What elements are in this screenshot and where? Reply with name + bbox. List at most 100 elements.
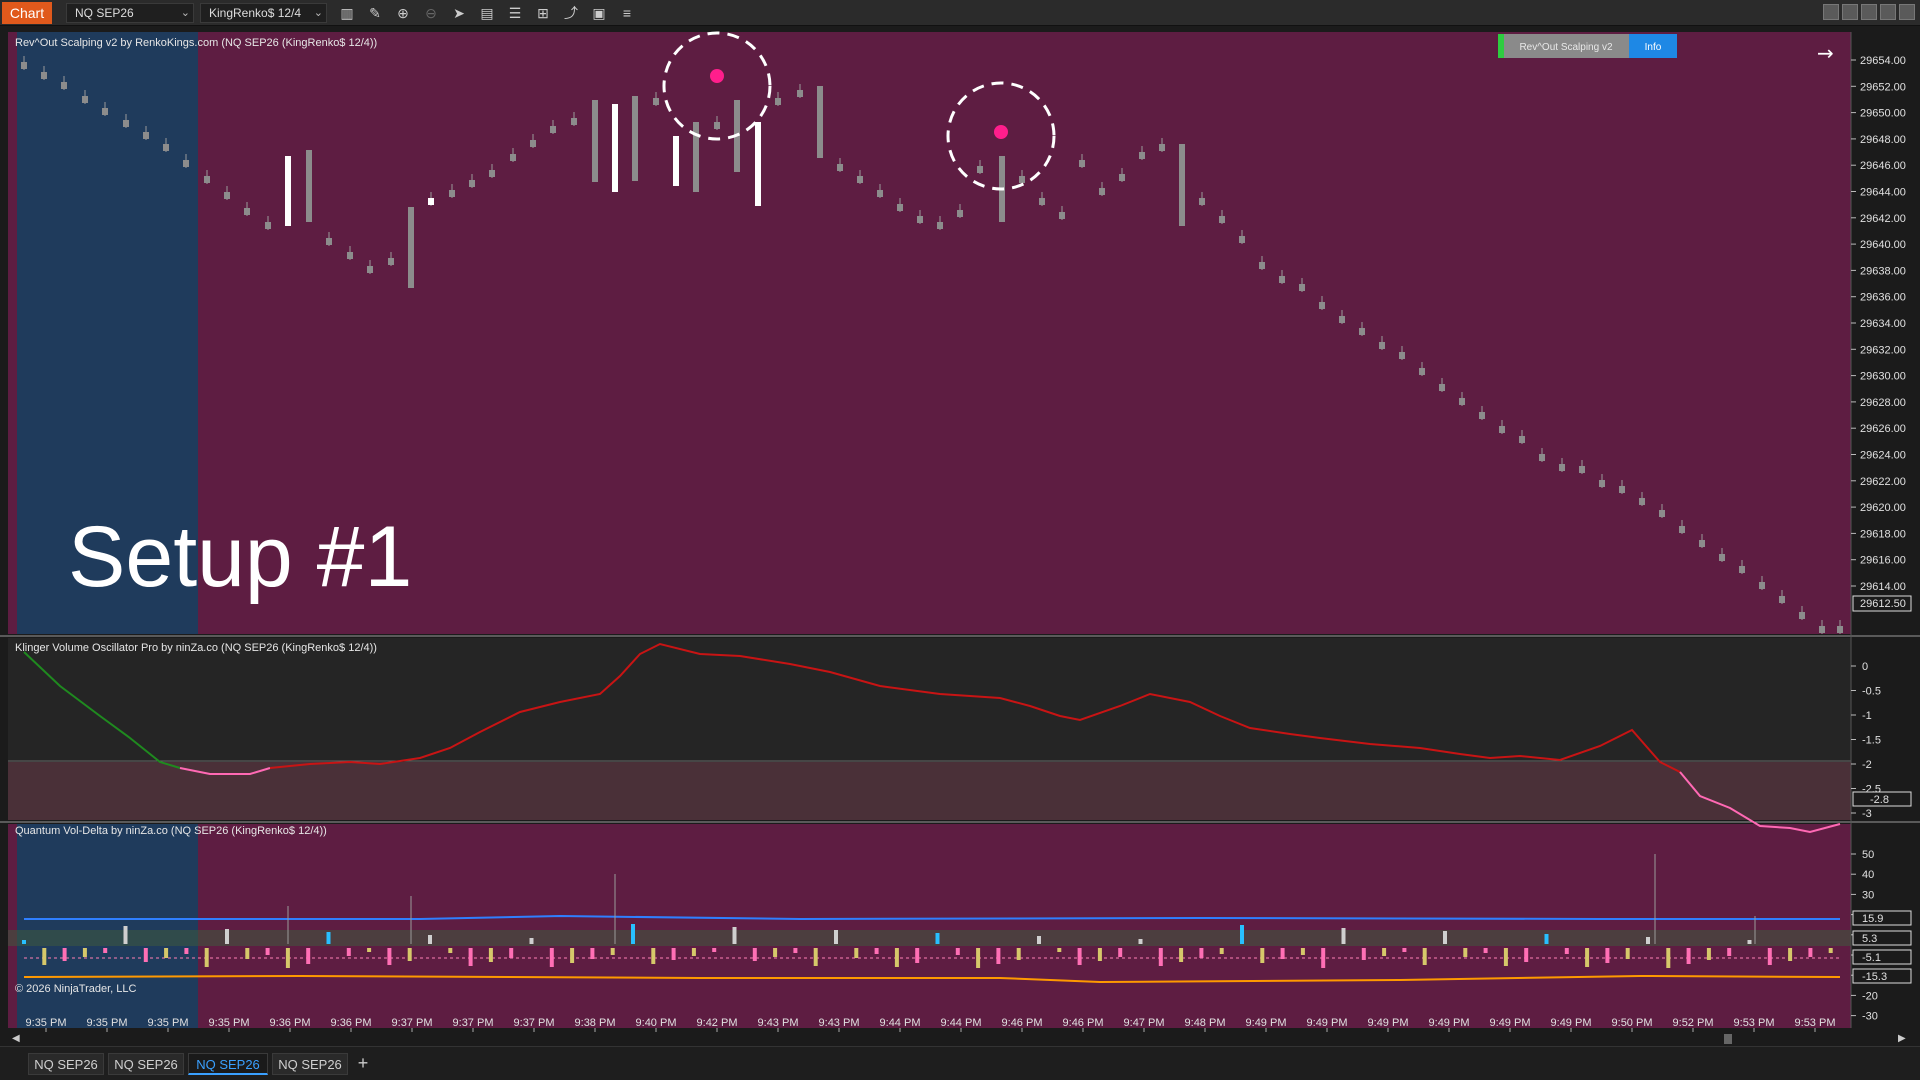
renko-bar bbox=[469, 180, 475, 187]
tile-icon[interactable] bbox=[1823, 4, 1839, 20]
volume-bar bbox=[143, 948, 148, 962]
volume-bar bbox=[62, 948, 67, 961]
volume-bar bbox=[285, 948, 290, 968]
renko-bar bbox=[265, 222, 271, 229]
info-button-label: Info bbox=[1645, 42, 1662, 53]
time-tick-label: 9:37 PM bbox=[514, 1017, 555, 1029]
renko-bar bbox=[1579, 466, 1585, 473]
volume-bar bbox=[1280, 948, 1285, 959]
volume-bar bbox=[976, 948, 981, 968]
volume-bar bbox=[1097, 948, 1102, 961]
volume-bar bbox=[671, 948, 676, 960]
indicator-icon[interactable]: ▣ bbox=[588, 3, 610, 23]
chart-menu-button[interactable]: Chart bbox=[2, 2, 52, 24]
renko-bar bbox=[1559, 464, 1565, 471]
instrument-selector[interactable]: NQ SEP26 ⌄ bbox=[66, 3, 194, 23]
add-tab-button[interactable]: + bbox=[352, 1053, 374, 1075]
price-tick-label: 29632.00 bbox=[1860, 344, 1906, 356]
bars-icon[interactable]: ▥ bbox=[336, 3, 358, 23]
pointer-icon[interactable]: ➤ bbox=[448, 3, 470, 23]
klinger-oversold-zone bbox=[8, 762, 1851, 820]
scroll-thumb[interactable] bbox=[1724, 1034, 1732, 1044]
restore-icon[interactable] bbox=[1842, 4, 1858, 20]
volume-bar bbox=[1199, 948, 1204, 958]
maximize-icon[interactable] bbox=[1880, 4, 1896, 20]
volume-session-shade-blue bbox=[17, 824, 198, 1028]
renko-bar bbox=[1639, 498, 1645, 505]
klinger-panel-title: Klinger Volume Oscillator Pro by ninZa.c… bbox=[15, 642, 377, 654]
price-tick-label: 29634.00 bbox=[1860, 318, 1906, 330]
renko-bar bbox=[857, 176, 863, 183]
data-box-icon[interactable]: ☰ bbox=[504, 3, 526, 23]
renko-bar bbox=[1459, 398, 1465, 405]
volume-bar bbox=[1260, 948, 1265, 963]
renko-bar bbox=[877, 190, 883, 197]
renko-bar bbox=[1079, 160, 1085, 167]
renko-bar bbox=[449, 190, 455, 197]
crosshair-icon[interactable]: ⊞ bbox=[532, 3, 554, 23]
volume-bar bbox=[996, 948, 1001, 964]
scroll-left-icon[interactable]: ◀ bbox=[12, 1033, 20, 1044]
renko-bar bbox=[1619, 486, 1625, 493]
price-tick-label: 29614.00 bbox=[1860, 581, 1906, 593]
tab-nq-sep26-1[interactable]: NQ SEP26 bbox=[28, 1053, 104, 1075]
volume-bar bbox=[1361, 948, 1366, 960]
volume-bar bbox=[1706, 948, 1711, 960]
renko-bar bbox=[244, 208, 250, 215]
renko-bar bbox=[326, 238, 332, 245]
renko-bar bbox=[1699, 540, 1705, 547]
volume-bar bbox=[1503, 948, 1508, 966]
volume-bar bbox=[1443, 931, 1447, 944]
tab-nq-sep26-2[interactable]: NQ SEP26 bbox=[108, 1053, 184, 1075]
zoom-in-icon[interactable]: ⊕ bbox=[392, 3, 414, 23]
time-tick-label: 9:35 PM bbox=[209, 1017, 250, 1029]
indicator-name-label: Rev^Out Scalping v2 bbox=[1519, 42, 1613, 53]
renko-bar bbox=[408, 207, 414, 288]
close-icon[interactable] bbox=[1899, 4, 1915, 20]
properties-icon[interactable]: ≡ bbox=[616, 3, 638, 23]
minimize-icon[interactable] bbox=[1861, 4, 1877, 20]
volume-level-value: 5.3 bbox=[1862, 933, 1877, 945]
renko-bar bbox=[1539, 454, 1545, 461]
time-tick-label: 9:40 PM bbox=[636, 1017, 677, 1029]
volume-bar bbox=[1747, 940, 1752, 944]
horizontal-scrollbar[interactable]: ◀ ▶ bbox=[0, 1032, 1920, 1046]
renko-bar bbox=[1019, 176, 1025, 183]
volume-bar bbox=[793, 948, 798, 953]
volume-bar bbox=[164, 948, 169, 958]
renko-bar bbox=[817, 86, 823, 158]
bar-type-selector[interactable]: KingRenko$ 12/4 ⌄ bbox=[200, 3, 327, 23]
volume-bar bbox=[1179, 948, 1184, 962]
volume-bar bbox=[184, 948, 189, 954]
renko-bar bbox=[388, 258, 394, 265]
renko-bar bbox=[632, 96, 638, 181]
templates-icon[interactable]: ▤ bbox=[476, 3, 498, 23]
volume-bar bbox=[1585, 948, 1590, 967]
strategy-icon[interactable]: ⤴ bbox=[560, 3, 582, 23]
scroll-right-icon[interactable]: ▶ bbox=[1898, 1033, 1906, 1044]
last-price-label: 29612.50 bbox=[1860, 598, 1906, 610]
volume-bar bbox=[225, 929, 229, 944]
tab-nq-sep26-3[interactable]: NQ SEP26 bbox=[188, 1053, 268, 1075]
price-tick-label: 29628.00 bbox=[1860, 397, 1906, 409]
renko-bar bbox=[1379, 342, 1385, 349]
instrument-value: NQ SEP26 bbox=[75, 6, 134, 20]
zoom-out-icon[interactable]: ⊖ bbox=[420, 3, 442, 23]
renko-bar bbox=[1039, 198, 1045, 205]
renko-bar bbox=[1719, 554, 1725, 561]
renko-bar bbox=[1179, 144, 1185, 226]
volume-panel-title: Quantum Vol-Delta by ninZa.co (NQ SEP26 … bbox=[15, 825, 327, 837]
renko-bar bbox=[837, 164, 843, 171]
volume-bar bbox=[1402, 948, 1407, 952]
price-tick-label: 29640.00 bbox=[1860, 239, 1906, 251]
volume-bar bbox=[570, 948, 575, 963]
arrow-right-icon[interactable]: → bbox=[1817, 41, 1834, 65]
tab-nq-sep26-4[interactable]: NQ SEP26 bbox=[272, 1053, 348, 1075]
copyright-text: © 2026 NinjaTrader, LLC bbox=[15, 983, 136, 995]
draw-pencil-icon[interactable]: ✎ bbox=[364, 3, 386, 23]
renko-bar bbox=[102, 108, 108, 115]
chart-canvas[interactable]: 29654.00 29652.00 29650.00 29648.00 29646.00… bbox=[0, 26, 1920, 1032]
price-tick-label: 29646.00 bbox=[1860, 160, 1906, 172]
volume-bar bbox=[82, 948, 87, 957]
price-tick-label: 29638.00 bbox=[1860, 265, 1906, 277]
